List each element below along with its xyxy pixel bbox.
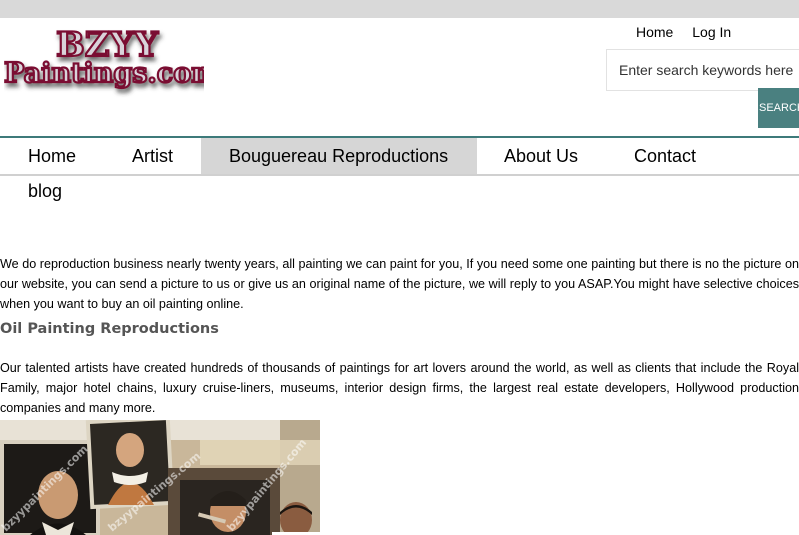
section-title: Oil Painting Reproductions: [0, 321, 219, 337]
nav-item-about-us[interactable]: About Us: [504, 138, 578, 174]
nav-item-bouguereau-reproductions[interactable]: Bouguereau Reproductions: [201, 138, 477, 174]
browser-top-bar: [0, 0, 799, 18]
nav-item-artist[interactable]: Artist: [132, 138, 173, 174]
studio-photo: bzyypaintings.com bzyypaintings.com bzyy…: [0, 420, 320, 535]
user-nav-login-link[interactable]: Log In: [692, 24, 731, 40]
nav-item-contact[interactable]: Contact: [634, 138, 696, 174]
intro-block: We do reproduction business nearly twent…: [0, 254, 799, 314]
nav-item-blog[interactable]: blog: [28, 178, 62, 204]
user-nav: Home Log In: [636, 24, 746, 40]
user-nav-home-link[interactable]: Home: [636, 24, 673, 40]
search-input[interactable]: [606, 49, 799, 91]
main-nav: Home Artist Bouguereau Reproductions Abo…: [0, 136, 799, 176]
body-paragraph: Our talented artists have created hundre…: [0, 361, 799, 415]
nav-item-home[interactable]: Home: [28, 138, 76, 174]
intro-paragraph: We do reproduction business nearly twent…: [0, 257, 799, 311]
logo-text-line2: Paintings.com: [4, 58, 204, 89]
site-logo[interactable]: BZYY Paintings.com: [4, 22, 204, 102]
search-button[interactable]: SEARCH: [758, 88, 799, 128]
